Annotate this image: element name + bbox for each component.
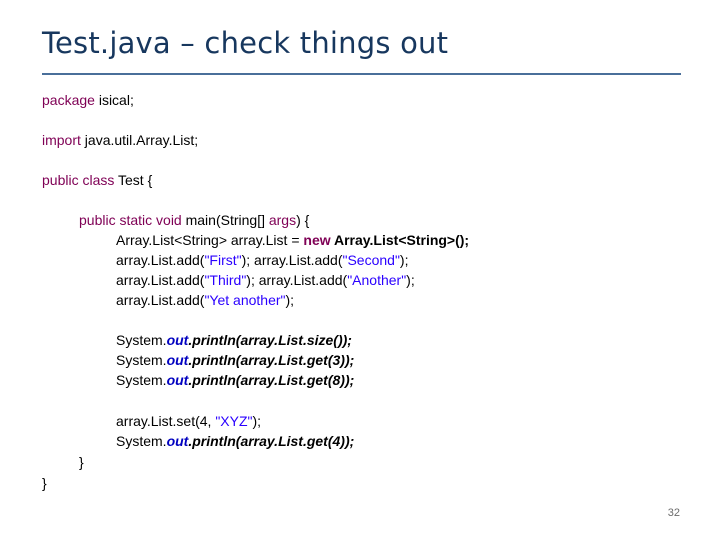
string-literal: "Third" (204, 272, 247, 288)
code-line-add: array.List.add("Third"); array.List.add(… (116, 270, 415, 290)
string-literal: "XYZ" (215, 413, 253, 429)
code-line-close-method: } (79, 452, 84, 472)
code-text: .println(array.List.get(8)); (188, 372, 355, 388)
code-text: array.List.add( (116, 292, 205, 308)
code-text: main(String[] (181, 212, 269, 228)
code-text: Array.List<String> array.List = (116, 232, 304, 248)
keyword: public static void (79, 212, 182, 228)
code-line-println: System.out.println(array.List.get(4)); (116, 431, 354, 451)
code-text: Array.List<String>(); (330, 232, 470, 248)
code-text: .println(array.List.get(4)); (188, 433, 355, 449)
code-text: System. (116, 332, 167, 348)
string-literal: "Second" (342, 252, 400, 268)
slide-number: 32 (667, 507, 680, 519)
code-listing: package isical; import java.util.Array.L… (0, 0, 720, 540)
code-line-add: array.List.add("Yet another"); (116, 290, 294, 310)
code-text: .println(array.List.get(3)); (188, 352, 355, 368)
code-text: System. (116, 433, 167, 449)
code-text: ); array.List.add( (241, 252, 343, 268)
static-field: out (166, 332, 189, 348)
keyword: import (42, 132, 81, 148)
code-text: ); (399, 252, 409, 268)
code-text: array.List.set(4, (116, 413, 216, 429)
code-text: ); array.List.add( (246, 272, 348, 288)
code-text: System. (116, 352, 167, 368)
string-literal: "First" (204, 252, 242, 268)
code-text: array.List.add( (116, 272, 205, 288)
code-line-println: System.out.println(array.List.size()); (116, 330, 352, 350)
code-line-main: public static void main(String[] args) { (79, 210, 309, 230)
static-field: out (166, 372, 189, 388)
code-line-import: import java.util.Array.List; (42, 130, 198, 150)
keyword: new (303, 232, 331, 248)
code-text: ); (285, 292, 295, 308)
code-text: ); (252, 413, 262, 429)
keyword: public class (42, 172, 115, 188)
code-line-class: public class Test { (42, 170, 152, 190)
string-literal: "Another" (347, 272, 407, 288)
code-text: ) { (296, 212, 310, 228)
code-line-add: array.List.add("First"); array.List.add(… (116, 250, 408, 270)
code-text: isical; (94, 92, 134, 108)
code-text: .println(array.List.size()); (188, 332, 352, 348)
code-line-close-class: } (42, 473, 47, 493)
code-line-println: System.out.println(array.List.get(3)); (116, 350, 354, 370)
code-text: ); (406, 272, 415, 288)
code-text: } (79, 454, 84, 470)
code-text: System. (116, 372, 167, 388)
code-text: } (42, 475, 47, 491)
code-text: array.List.add( (116, 252, 205, 268)
code-line-package: package isical; (42, 90, 134, 110)
code-text: Test { (114, 172, 153, 188)
param-name: args (268, 212, 297, 228)
static-field: out (166, 433, 189, 449)
code-line-set: array.List.set(4, "XYZ"); (116, 411, 261, 431)
static-field: out (166, 352, 189, 368)
code-text: java.util.Array.List; (80, 132, 199, 148)
code-line-println: System.out.println(array.List.get(8)); (116, 370, 354, 390)
keyword: package (42, 92, 95, 108)
string-literal: "Yet another" (204, 292, 286, 308)
code-line-declaration: Array.List<String> array.List = new Arra… (116, 230, 469, 250)
